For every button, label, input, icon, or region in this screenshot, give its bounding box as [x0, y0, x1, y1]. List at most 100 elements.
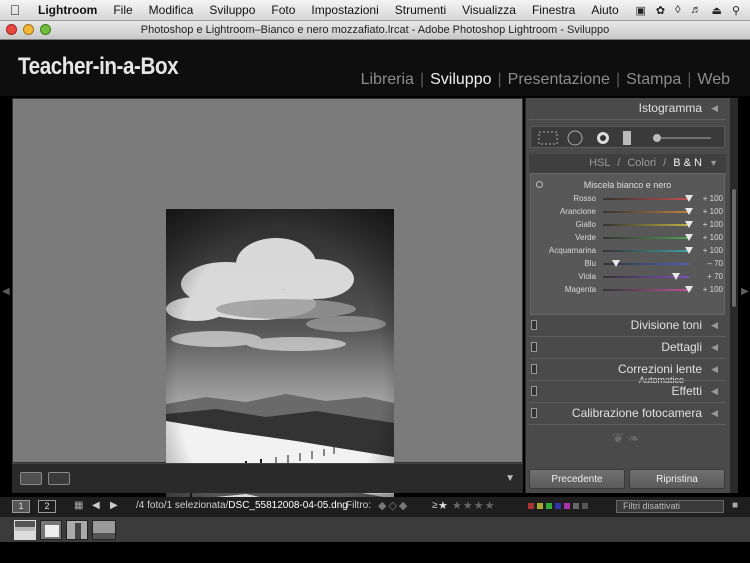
reset-button[interactable]: Ripristina: [629, 469, 725, 489]
filmstrip-thumbnail[interactable]: [14, 520, 36, 540]
spotlight-icon[interactable]: ⚲: [732, 4, 740, 17]
flag-filter-icons[interactable]: ◆◇◆: [378, 499, 409, 512]
panel-section-header[interactable]: Calibrazione fotocamera ◀: [529, 403, 726, 424]
star-filled-icon[interactable]: ★: [438, 499, 448, 512]
red-label-icon[interactable]: [528, 503, 534, 509]
module-stampa[interactable]: Stampa: [620, 71, 687, 89]
scroll-thumb[interactable]: [731, 188, 737, 308]
graduated-filter-icon[interactable]: [623, 131, 631, 145]
right-panel-toggle-icon[interactable]: ▶: [741, 286, 749, 297]
other-label-icon[interactable]: [582, 503, 588, 509]
panel-switch-icon[interactable]: [531, 320, 537, 330]
panel-switch-icon[interactable]: [531, 408, 537, 418]
zoom-window-icon[interactable]: [40, 24, 51, 35]
grid-view-icon[interactable]: ▦: [74, 500, 83, 511]
filmstrip-thumbnail[interactable]: [40, 520, 62, 540]
bw-slider-track[interactable]: [603, 289, 689, 291]
panel-scrollbar[interactable]: [730, 98, 738, 493]
compare-view-icon[interactable]: [48, 472, 70, 485]
menu-file[interactable]: File: [105, 3, 140, 17]
collapse-arrow-icon[interactable]: ◀: [711, 337, 718, 358]
menu-modifica[interactable]: Modifica: [141, 3, 202, 17]
blue-label-icon[interactable]: [555, 503, 561, 509]
bw-slider-track[interactable]: [603, 211, 689, 213]
panel-switch-icon[interactable]: [531, 342, 537, 352]
eject-icon[interactable]: ⏏: [712, 4, 722, 17]
module-sviluppo[interactable]: Sviluppo: [424, 71, 497, 89]
close-window-icon[interactable]: [6, 24, 17, 35]
apple-menu-icon[interactable]: : [0, 2, 30, 18]
panel-section-header[interactable]: Effetti ◀: [529, 381, 726, 402]
volume-icon[interactable]: ♬: [691, 4, 702, 17]
menu-aiuto[interactable]: Aiuto: [583, 3, 626, 17]
bw-slider-knob[interactable]: [685, 234, 693, 241]
bw-slider-value[interactable]: + 100: [695, 233, 723, 242]
filter-preset-select[interactable]: Filtri disattivati: [616, 500, 724, 513]
toolbar-menu-icon[interactable]: ▼: [505, 473, 515, 484]
bw-slider-value[interactable]: + 100: [695, 194, 723, 203]
filmstrip-thumbnail[interactable]: [66, 520, 88, 540]
minimize-window-icon[interactable]: [23, 24, 34, 35]
wifi-icon[interactable]: ◊: [675, 4, 680, 17]
yellow-label-icon[interactable]: [537, 503, 543, 509]
bw-slider-value[interactable]: + 70: [695, 272, 723, 281]
bw-slider-knob[interactable]: [672, 273, 681, 280]
spot-removal-icon[interactable]: [567, 130, 583, 146]
green-label-icon[interactable]: [546, 503, 552, 509]
crop-icon[interactable]: [538, 131, 558, 145]
secondary-window-button[interactable]: 2: [38, 500, 56, 513]
collapse-arrow-icon[interactable]: ◀: [711, 381, 718, 402]
adjustment-brush-icon[interactable]: [653, 134, 661, 142]
rating-operator[interactable]: ≥: [432, 500, 438, 511]
display-icon[interactable]: ▣: [635, 4, 645, 17]
panel-section-header[interactable]: Correzioni lente ◀: [529, 359, 726, 380]
menu-visualizza[interactable]: Visualizza: [454, 3, 524, 17]
bw-slider-knob[interactable]: [611, 260, 620, 267]
module-presentazione[interactable]: Presentazione: [502, 71, 616, 89]
bw-slider-value[interactable]: + 100: [695, 285, 723, 294]
bw-slider-knob[interactable]: [685, 208, 693, 215]
forward-arrow-icon[interactable]: ▶: [110, 500, 118, 511]
collapse-arrow-icon[interactable]: ◀: [711, 98, 718, 119]
previous-settings-button[interactable]: Precedente: [529, 469, 625, 489]
filmstrip-thumbnail[interactable]: [92, 520, 116, 540]
bw-slider-track[interactable]: [603, 237, 689, 239]
left-panel-toggle-icon[interactable]: ◀: [2, 286, 10, 297]
bluetooth-icon[interactable]: ✿: [656, 4, 665, 17]
bw-slider-knob[interactable]: [685, 195, 693, 202]
collapse-arrow-icon[interactable]: ◀: [711, 403, 718, 424]
tab-hsl[interactable]: HSL: [589, 157, 610, 169]
star-empty-icons[interactable]: ★★★★: [452, 499, 495, 512]
module-web[interactable]: Web: [691, 71, 736, 89]
primary-window-button[interactable]: 1: [12, 500, 30, 513]
purple-label-icon[interactable]: [564, 503, 570, 509]
bw-slider-track[interactable]: [603, 224, 689, 226]
bw-slider-track[interactable]: [603, 250, 689, 252]
menu-sviluppo[interactable]: Sviluppo: [201, 3, 263, 17]
no-label-icon[interactable]: [573, 503, 579, 509]
panel-section-header[interactable]: Divisione toni ◀: [529, 315, 726, 336]
expand-arrow-icon[interactable]: ▼: [709, 154, 718, 173]
bw-slider-track[interactable]: [603, 198, 689, 200]
panel-switch-icon[interactable]: [531, 364, 537, 374]
menu-app[interactable]: Lightroom: [30, 3, 105, 17]
menu-foto[interactable]: Foto: [263, 3, 303, 17]
panel-switch-icon[interactable]: [531, 386, 537, 396]
collapse-arrow-icon[interactable]: ◀: [711, 359, 718, 380]
bw-slider-value[interactable]: + 100: [695, 246, 723, 255]
panel-section-header[interactable]: Dettagli ◀: [529, 337, 726, 358]
menu-finestra[interactable]: Finestra: [524, 3, 583, 17]
bw-slider-knob[interactable]: [685, 247, 693, 254]
collapse-arrow-icon[interactable]: ◀: [711, 315, 718, 336]
loupe-view-icon[interactable]: [20, 472, 42, 485]
menu-strumenti[interactable]: Strumenti: [387, 3, 454, 17]
tab-colori[interactable]: Colori: [627, 157, 656, 169]
bw-slider-knob[interactable]: [685, 286, 693, 293]
tab-bw[interactable]: B & N: [673, 157, 702, 169]
bw-slider-value[interactable]: + 100: [695, 207, 723, 216]
menu-impostazioni[interactable]: Impostazioni: [303, 3, 386, 17]
histogram-header[interactable]: Istogramma ◀: [529, 98, 726, 119]
bw-slider-value[interactable]: + 100: [695, 220, 723, 229]
filter-lock-icon[interactable]: ■: [732, 500, 738, 511]
bw-slider-value[interactable]: – 70: [695, 259, 723, 268]
